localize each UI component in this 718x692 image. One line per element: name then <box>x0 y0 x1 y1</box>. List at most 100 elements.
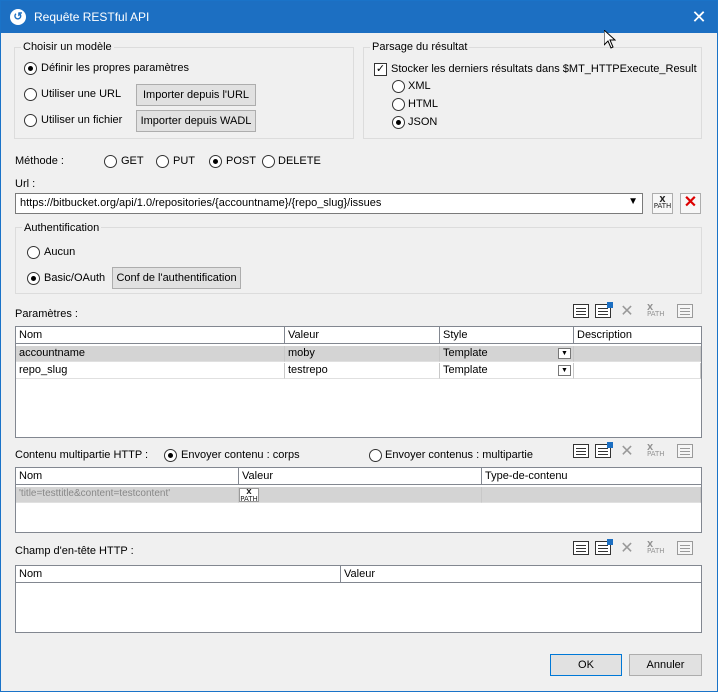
cancel-button[interactable]: Annuler <box>629 654 702 676</box>
url-value: https://bitbucket.org/api/1.0/repositori… <box>20 197 382 209</box>
auth-config-button[interactable]: Conf de l'authentification <box>112 267 241 289</box>
clear-multipart-icon[interactable] <box>677 444 697 462</box>
xpath-icon-path: PATH <box>240 495 258 503</box>
format-radio-html[interactable] <box>392 98 405 111</box>
clear-params-icon[interactable] <box>677 304 697 322</box>
multipart-col-content-type[interactable]: Type-de-contenu <box>482 468 701 485</box>
method-label: Méthode : <box>15 155 64 167</box>
chevron-down-icon[interactable]: ▼ <box>558 365 571 376</box>
method-delete-label: DELETE <box>278 155 321 167</box>
method-post-label: POST <box>226 155 256 167</box>
multipart-col-value[interactable]: Valeur <box>239 468 482 485</box>
params-col-description[interactable]: Description <box>574 327 701 344</box>
model-group-title: Choisir un modèle <box>21 41 114 53</box>
delete-row-icon-glyph: ✕ <box>620 303 634 320</box>
multipart-value-cell[interactable]: X PATH <box>239 487 482 503</box>
params-col-style[interactable]: Style <box>440 327 574 344</box>
dialog-title: Requête RESTful API <box>34 10 150 24</box>
title-bar: ↺ Requête RESTful API ✕ <box>1 1 717 33</box>
delete-row-icon[interactable]: ✕ <box>617 304 637 322</box>
import-url-button[interactable]: Importer depuis l'URL <box>136 84 256 106</box>
xpath-icon[interactable]: X PATH <box>239 488 259 503</box>
store-results-label: Stocker les derniers résultats dans $MT_… <box>391 63 697 75</box>
headers-xpath-icon[interactable]: X PATH <box>647 541 667 559</box>
auth-basic-label: Basic/OAuth <box>44 272 106 284</box>
ok-button[interactable]: OK <box>550 654 622 676</box>
headers-col-value[interactable]: Valeur <box>341 566 701 583</box>
app-icon: ↺ <box>10 9 26 25</box>
headers-table: Nom Valeur <box>15 565 702 633</box>
cursor-icon <box>604 30 616 49</box>
multipart-content-type-cell[interactable] <box>482 487 701 503</box>
multipart-radio-body[interactable] <box>164 449 177 462</box>
multipart-xpath-icon[interactable]: X PATH <box>647 444 667 462</box>
close-icon[interactable]: ✕ <box>689 7 709 27</box>
store-results-checkbox[interactable]: ✓ <box>374 63 387 76</box>
param-style-cell[interactable]: Template ▼ <box>440 346 574 362</box>
param-description-cell[interactable] <box>574 346 701 362</box>
params-col-value[interactable]: Valeur <box>285 327 440 344</box>
auth-radio-none[interactable] <box>27 246 40 259</box>
delete-row-icon[interactable]: ✕ <box>617 444 637 462</box>
chevron-down-icon[interactable]: ▼ <box>628 196 638 207</box>
add-row-icon[interactable] <box>573 304 593 322</box>
multipart-name-cell[interactable]: 'title=testtitle&content=testcontent' <box>16 487 239 503</box>
params-col-name[interactable]: Nom <box>16 327 285 344</box>
delete-icon: ✕ <box>683 194 698 211</box>
method-radio-put[interactable] <box>156 155 169 168</box>
clear-headers-icon[interactable] <box>677 541 697 559</box>
headers-label: Champ d'en-tête HTTP : <box>15 545 134 557</box>
auth-group-title: Authentification <box>22 222 102 234</box>
clear-url-button[interactable]: ✕ <box>680 193 701 214</box>
parse-group-title: Parsage du résultat <box>370 41 470 53</box>
delete-row-icon-glyph: ✕ <box>620 443 634 460</box>
xpath-icon: X PATH <box>653 194 672 210</box>
param-name-cell[interactable]: repo_slug <box>16 363 285 379</box>
model-radio-url[interactable] <box>24 88 37 101</box>
import-wadl-button[interactable]: Importer depuis WADL <box>136 110 256 132</box>
model-option-own-label: Définir les propres paramètres <box>41 62 189 74</box>
format-radio-xml[interactable] <box>392 80 405 93</box>
auth-none-label: Aucun <box>44 246 76 258</box>
delete-row-icon[interactable]: ✕ <box>617 541 637 559</box>
add-row-icon[interactable] <box>573 444 593 462</box>
model-radio-file[interactable] <box>24 114 37 127</box>
url-combobox[interactable]: https://bitbucket.org/api/1.0/repositori… <box>15 193 643 214</box>
format-radio-json[interactable] <box>392 116 405 129</box>
param-value-cell[interactable]: testrepo <box>285 363 440 379</box>
model-radio-own[interactable] <box>24 62 37 75</box>
url-label: Url : <box>15 178 36 190</box>
format-json-label: JSON <box>408 116 438 128</box>
auth-radio-basic[interactable] <box>27 272 40 285</box>
multipart-table: Nom Valeur Type-de-contenu 'title=testti… <box>15 467 702 533</box>
param-style-cell[interactable]: Template ▼ <box>440 363 574 379</box>
xpath-icon-path: PATH <box>647 547 665 555</box>
xpath-icon-path: PATH <box>653 202 672 210</box>
param-description-cell[interactable] <box>574 363 701 379</box>
method-radio-post[interactable] <box>209 155 222 168</box>
format-xml-label: XML <box>408 80 431 92</box>
param-value-cell[interactable]: moby <box>285 346 440 362</box>
multipart-col-name[interactable]: Nom <box>16 468 239 485</box>
add-row-icon[interactable] <box>573 541 593 559</box>
multipart-multipart-label: Envoyer contenus : multipartie <box>385 449 533 461</box>
insert-row-icon[interactable] <box>595 442 615 462</box>
method-radio-delete[interactable] <box>262 155 275 168</box>
chevron-down-icon[interactable]: ▼ <box>558 348 571 359</box>
method-put-label: PUT <box>173 155 195 167</box>
params-xpath-icon[interactable]: X PATH <box>647 304 667 322</box>
delete-row-icon-glyph: ✕ <box>620 540 634 557</box>
multipart-label: Contenu multipartie HTTP : <box>15 449 149 461</box>
param-style-value: Template <box>443 347 488 359</box>
param-name-cell[interactable]: accountname <box>16 346 285 362</box>
headers-col-name[interactable]: Nom <box>16 566 341 583</box>
url-xpath-button[interactable]: X PATH <box>652 193 673 214</box>
method-radio-get[interactable] <box>104 155 117 168</box>
insert-row-icon[interactable] <box>595 302 615 322</box>
multipart-radio-multipart[interactable] <box>369 449 382 462</box>
method-get-label: GET <box>121 155 144 167</box>
params-table: Nom Valeur Style Description accountname… <box>15 326 702 438</box>
dialog-window: ↺ Requête RESTful API ✕ Choisir un modèl… <box>0 0 718 692</box>
insert-row-icon[interactable] <box>595 539 615 559</box>
xpath-icon-path: PATH <box>647 310 665 318</box>
